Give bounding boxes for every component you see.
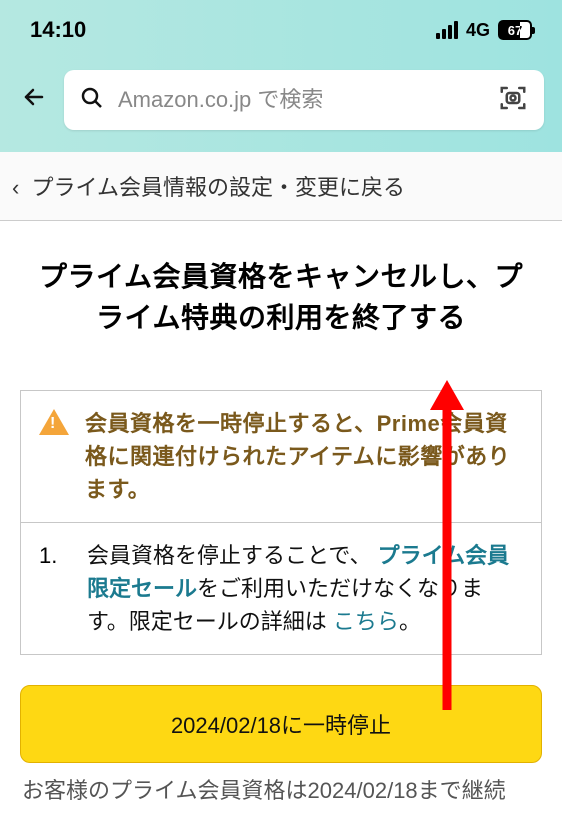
item-text: 会員資格を停止することで、 プライム会員限定セールをご利用いただけなくなります。… [87,539,523,638]
item-number: 1. [39,539,75,572]
alert-header: 会員資格を一時停止すると、Prime会員資格に関連付けられたアイテムに影響があり… [21,391,541,523]
alert-box: 会員資格を一時停止すると、Prime会員資格に関連付けられたアイテムに影響があり… [20,390,542,655]
breadcrumb-text: プライム会員情報の設定・変更に戻る [31,175,405,200]
warning-icon [39,409,69,435]
search-row [0,60,562,152]
pause-button[interactable]: 2024/02/18に一時停止 [20,685,542,763]
search-box[interactable] [64,70,544,130]
search-icon [80,86,104,115]
breadcrumb-caret-icon: ‹ [12,175,19,200]
camera-scan-icon[interactable] [498,83,528,118]
signal-icon [436,21,458,39]
status-indicators: 4G 67 [436,20,532,41]
battery-icon: 67 [498,20,532,40]
network-label: 4G [466,20,490,41]
page-title: プライム会員資格をキャンセルし、プライム特典の利用を終了する [20,257,542,338]
alert-warning-text: 会員資格を一時停止すると、Prime会員資格に関連付けられたアイテムに影響があり… [85,407,523,506]
status-bar: 14:10 4G 67 [0,0,562,60]
search-input[interactable] [118,87,484,113]
footer-text: お客様のプライム会員資格は2024/02/18まで継続 [20,773,542,805]
breadcrumb[interactable]: ‹ プライム会員情報の設定・変更に戻る [0,152,562,221]
details-link[interactable]: こちら [333,609,399,634]
back-button[interactable] [18,84,50,116]
main-content: プライム会員資格をキャンセルし、プライム特典の利用を終了する 会員資格を一時停止… [0,221,562,805]
status-time: 14:10 [30,17,86,43]
alert-item: 1. 会員資格を停止することで、 プライム会員限定セールをご利用いただけなくなり… [21,523,541,654]
